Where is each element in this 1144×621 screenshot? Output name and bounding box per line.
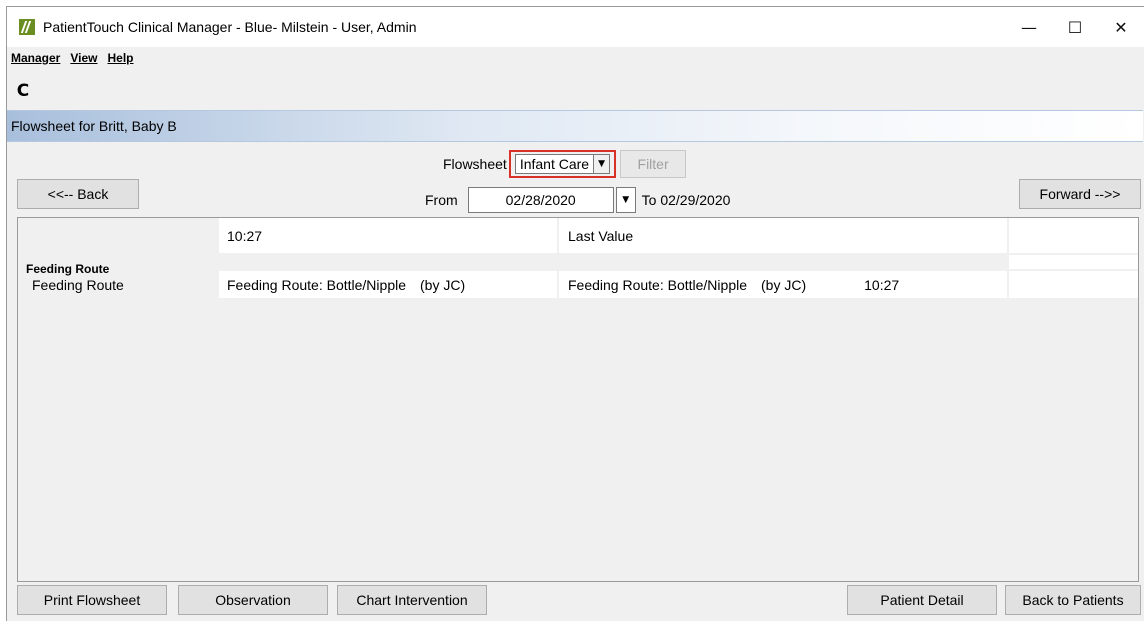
- patient-detail-button[interactable]: Patient Detail: [847, 585, 997, 615]
- filter-button[interactable]: Filter: [620, 150, 687, 178]
- row-value-cell[interactable]: Feeding Route: Bottle/Nipple (by JC): [219, 271, 557, 298]
- row-last-value-cell[interactable]: Feeding Route: Bottle/Nipple (by JC) 10:…: [559, 271, 1007, 298]
- refresh-icon[interactable]: C: [11, 79, 35, 103]
- column-header-time: 10:27: [219, 218, 557, 253]
- back-button[interactable]: <<-- Back: [17, 179, 139, 209]
- forward-button[interactable]: Forward -->>: [1019, 179, 1141, 209]
- chevron-down-icon[interactable]: ▼: [593, 155, 610, 173]
- toolbar: C: [11, 79, 35, 103]
- column-header-spacer: [1009, 218, 1138, 253]
- window-controls: — ☐ ✕: [1006, 7, 1144, 47]
- maximize-icon[interactable]: ☐: [1052, 7, 1098, 47]
- observation-button[interactable]: Observation: [178, 585, 328, 615]
- flowsheet-label: Flowsheet: [443, 156, 507, 172]
- minimize-icon[interactable]: —: [1006, 7, 1052, 47]
- to-date-text: To 02/29/2020: [641, 192, 731, 208]
- column-header-last-value: Last Value: [559, 218, 1007, 253]
- back-to-patients-button[interactable]: Back to Patients: [1005, 585, 1141, 615]
- menu-help[interactable]: Help: [108, 51, 134, 69]
- row-last-value: Feeding Route: Bottle/Nipple: [568, 276, 747, 293]
- app-window: PatientTouch Clinical Manager - Blue- Mi…: [6, 6, 1144, 621]
- row-value: Feeding Route: Bottle/Nipple: [227, 276, 406, 293]
- flowsheet-select-value: Infant Care: [519, 156, 590, 172]
- row-last-value-author: (by JC): [761, 276, 807, 293]
- flowsheet-header: Flowsheet for Britt, Baby B: [7, 110, 1143, 142]
- page-title: Flowsheet for Britt, Baby B: [11, 118, 177, 134]
- flowsheet-select[interactable]: Infant Care ▼: [514, 154, 611, 174]
- menu-bar: Manager View Help: [7, 51, 134, 69]
- close-icon[interactable]: ✕: [1098, 7, 1144, 47]
- app-logo-icon: [19, 19, 35, 35]
- row-value-author: (by JC): [420, 276, 466, 293]
- menu-view[interactable]: View: [70, 51, 97, 69]
- group-row-spacer: [1009, 255, 1138, 269]
- flowsheet-grid: 10:27 Last Value Feeding Route Feeding R…: [17, 217, 1139, 582]
- window-title: PatientTouch Clinical Manager - Blue- Mi…: [43, 19, 417, 35]
- print-flowsheet-button[interactable]: Print Flowsheet: [17, 585, 167, 615]
- row-label: Feeding Route: [32, 276, 124, 293]
- flowsheet-highlight: Infant Care ▼: [508, 150, 617, 178]
- from-date-input[interactable]: 02/28/2020: [467, 187, 614, 213]
- menu-manager[interactable]: Manager: [11, 51, 60, 69]
- date-range-row: From 02/28/2020 ▼ To 02/29/2020: [425, 185, 730, 215]
- row-spacer-cell: [1009, 271, 1138, 298]
- from-label: From: [425, 192, 458, 208]
- row-last-value-time: 10:27: [864, 276, 900, 293]
- title-bar: PatientTouch Clinical Manager - Blue- Mi…: [7, 7, 1144, 47]
- chart-intervention-button[interactable]: Chart Intervention: [337, 585, 487, 615]
- date-dropdown-icon[interactable]: ▼: [615, 187, 636, 213]
- flowsheet-selector-row: Flowsheet Infant Care ▼ Filter: [443, 148, 687, 180]
